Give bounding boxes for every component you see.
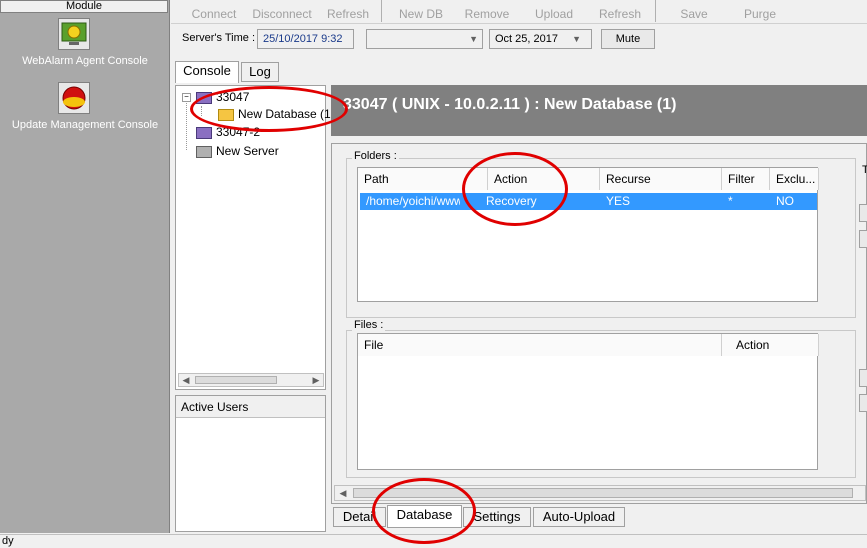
- active-users-panel: Active Users: [175, 395, 326, 532]
- remove-button[interactable]: Remove: [461, 0, 513, 24]
- date-value: Oct 25, 2017: [495, 33, 558, 45]
- scroll-right-icon[interactable]: ▶: [311, 375, 321, 386]
- scroll-thumb[interactable]: [195, 376, 277, 384]
- folder-side-button[interactable]: [859, 204, 867, 222]
- server-time-label: Server's Time :: [182, 32, 256, 44]
- files-label: Files :: [352, 319, 386, 331]
- scroll-left-icon[interactable]: ◀: [181, 375, 191, 386]
- column-header[interactable]: File: [358, 334, 722, 356]
- server-time-field: 25/10/2017 9:32: [257, 29, 354, 49]
- server-time-bar: Server's Time : 25/10/2017 9:32 ▼ Oct 25…: [171, 25, 867, 55]
- new-db-button[interactable]: New DB: [396, 0, 446, 24]
- upload-button[interactable]: Upload: [529, 0, 579, 24]
- disconnect-button[interactable]: Disconnect: [249, 0, 315, 24]
- toolbar-separator: [655, 0, 656, 22]
- refresh-button[interactable]: Refresh: [323, 0, 373, 24]
- toolbar: Connect Disconnect Refresh New DB Remove…: [171, 0, 867, 24]
- module-label-update-management[interactable]: Update Management Console: [0, 119, 170, 131]
- connect-button[interactable]: Connect: [189, 0, 239, 24]
- scroll-left-icon[interactable]: ◀: [338, 488, 348, 499]
- file-side-button[interactable]: [859, 369, 867, 387]
- webalarm-agent-icon[interactable]: [58, 18, 90, 50]
- tree-item-new-server[interactable]: New Server: [196, 144, 279, 158]
- module-panel: Module WebAlarm Agent Console Update Man…: [0, 0, 170, 533]
- detail-header: 33047 ( UNIX - 10.0.2.11 ) : New Databas…: [331, 85, 867, 136]
- folders-label: Folders :: [352, 150, 399, 162]
- toolbar-separator: [381, 0, 382, 22]
- column-header[interactable]: Filter: [722, 168, 770, 190]
- date-picker[interactable]: Oct 25, 2017 ▼: [489, 29, 592, 49]
- server-icon: [196, 126, 212, 139]
- chevron-down-icon: ▼: [469, 34, 478, 44]
- active-users-header: Active Users: [176, 396, 325, 418]
- cell-filter: *: [728, 194, 733, 208]
- mute-button[interactable]: Mute: [601, 29, 655, 49]
- collapse-icon[interactable]: −: [182, 93, 191, 102]
- tree-item-label: New Server: [216, 144, 279, 158]
- side-label: T: [862, 164, 867, 176]
- folder-side-button[interactable]: [859, 230, 867, 248]
- file-side-button[interactable]: [859, 394, 867, 412]
- tree-horizontal-scrollbar[interactable]: ◀ ▶: [178, 373, 324, 387]
- cell-recurse: YES: [606, 194, 631, 208]
- database-content-panel: Folders : T Path Action Recurse Filter E…: [331, 143, 867, 504]
- annotation-circle: [462, 152, 568, 226]
- column-header[interactable]: Action: [722, 334, 819, 356]
- column-header[interactable]: Exclu...: [770, 168, 819, 190]
- cell-exclude: NO: [776, 194, 794, 208]
- table-row[interactable]: /home/yoichi/www_ Recovery YES * NO: [360, 193, 817, 210]
- save-button[interactable]: Save: [671, 0, 717, 24]
- files-grid: File Action: [357, 333, 819, 470]
- folders-grid: Path Action Recurse Filter Exclu... /hom…: [357, 167, 819, 302]
- tree-line: [186, 98, 187, 150]
- column-header[interactable]: Recurse: [600, 168, 722, 190]
- purge-button[interactable]: Purge: [737, 0, 783, 24]
- refresh-db-button[interactable]: Refresh: [595, 0, 645, 24]
- tab-log[interactable]: Log: [241, 62, 279, 82]
- chevron-down-icon: ▼: [572, 34, 581, 44]
- tab-console[interactable]: Console: [175, 61, 239, 83]
- update-management-icon[interactable]: [58, 82, 90, 114]
- module-label-webalarm[interactable]: WebAlarm Agent Console: [0, 55, 170, 67]
- new-server-icon: [196, 145, 212, 158]
- server-select[interactable]: ▼: [366, 29, 483, 49]
- module-header: Module: [0, 0, 168, 13]
- annotation-circle: [190, 86, 348, 132]
- annotation-circle: [372, 478, 476, 544]
- cell-path: /home/yoichi/www_: [366, 194, 460, 208]
- tab-auto-upload[interactable]: Auto-Upload: [533, 507, 625, 527]
